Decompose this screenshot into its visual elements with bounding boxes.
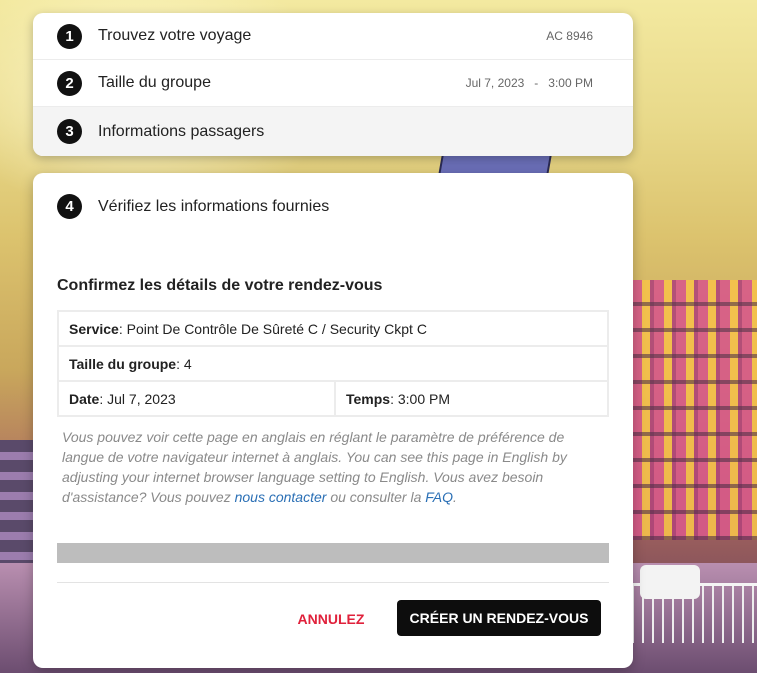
step-find-trip[interactable]: 1 Trouvez votre voyage AC 8946	[33, 13, 633, 60]
create-appointment-button[interactable]: CRÉER UN RENDEZ-VOUS	[397, 600, 601, 636]
date-cell: Date: Jul 7, 2023	[57, 380, 336, 417]
summary-time: 3:00 PM	[548, 76, 593, 90]
note-text-middle: ou consulter la	[326, 489, 426, 505]
step-number: 3	[57, 119, 82, 144]
time-label: Temps	[346, 390, 391, 407]
table-row: Service: Point De Contrôle De Sûreté C /…	[57, 310, 609, 347]
faq-link[interactable]: FAQ	[425, 489, 453, 505]
language-note: Vous pouvez voir cette page en anglais e…	[62, 427, 602, 507]
step-title: Informations passagers	[98, 122, 265, 140]
step-summary: AC 8946	[546, 29, 593, 43]
time-value: : 3:00 PM	[390, 390, 451, 407]
table-row: Taille du groupe: 4	[57, 345, 609, 382]
summary-date: Jul 7, 2023	[465, 76, 525, 90]
step-title: Trouvez votre voyage	[98, 27, 252, 44]
review-card: 4 Vérifiez les informations fournies Con…	[33, 173, 633, 668]
service-cell: Service: Point De Contrôle De Sûreté C /…	[57, 310, 609, 347]
step-group-size[interactable]: 2 Taille du groupe Jul 7, 2023 - 3:00 PM	[33, 60, 633, 107]
step-number: 1	[57, 23, 82, 49]
date-value: : Jul 7, 2023	[99, 390, 176, 407]
table-row: Date: Jul 7, 2023 Temps: 3:00 PM	[57, 380, 609, 417]
step-passenger-info[interactable]: 3 Informations passagers	[33, 107, 633, 156]
flight-number: AC 8946	[546, 29, 593, 43]
steps-accordion: 1 Trouvez votre voyage AC 8946 2 Taille …	[33, 13, 633, 156]
date-label: Date	[69, 390, 100, 407]
captcha-placeholder-bar	[57, 543, 609, 563]
service-value: : Point De Contrôle De Sûreté C / Securi…	[118, 320, 427, 337]
note-text-after: .	[453, 489, 457, 505]
group-size-label: Taille du groupe	[69, 355, 177, 372]
step-title: Taille du groupe	[98, 74, 211, 91]
confirm-heading: Confirmez les détails de votre rendez-vo…	[57, 277, 383, 294]
group-size-cell: Taille du groupe: 4	[57, 345, 609, 382]
step-title: Vérifiez les informations fournies	[98, 197, 330, 215]
appointment-details-table: Service: Point De Contrôle De Sûreté C /…	[57, 310, 609, 417]
step-number: 2	[57, 70, 82, 96]
contact-link[interactable]: nous contacter	[235, 489, 327, 505]
cancel-button[interactable]: ANNULEZ	[291, 601, 371, 637]
step-number: 4	[57, 194, 82, 219]
divider	[57, 582, 609, 583]
step-review: 4 Vérifiez les informations fournies	[57, 194, 329, 219]
service-label: Service	[69, 320, 119, 337]
time-cell: Temps: 3:00 PM	[334, 380, 609, 417]
step-summary: Jul 7, 2023 - 3:00 PM	[466, 76, 593, 90]
group-size-value: : 4	[176, 355, 192, 372]
summary-separator: -	[534, 76, 539, 90]
